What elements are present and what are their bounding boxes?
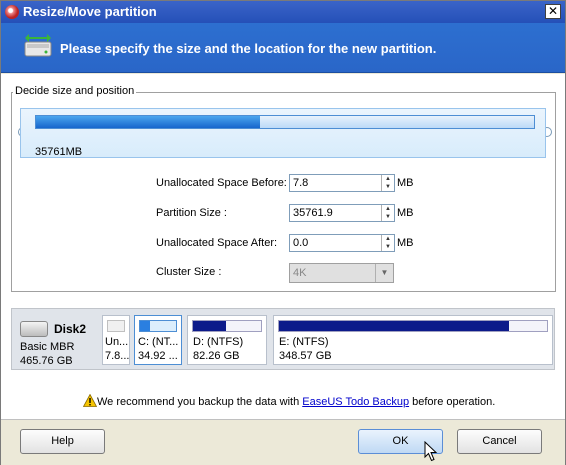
todo-backup-link[interactable]: EaseUS Todo Backup [302,396,409,408]
partition-size: 34.92 ... [138,350,178,362]
partition-size-label: 35761MB [35,146,83,158]
partition-name: Un... [105,336,129,348]
partition-usage-bar [139,320,177,332]
spin-down-icon[interactable]: ▼ [382,183,394,191]
partition-usage-bar [278,320,548,332]
partition-size-value: 35761.9 [293,207,333,219]
partition-e[interactable]: E: (NTFS) 348.57 GB [273,315,553,365]
partition-name: D: (NTFS) [193,336,244,348]
partition-size-label-field: Partition Size : [156,207,227,219]
partition-usage-fill [140,321,150,331]
partition-slider[interactable]: 35761MB [20,108,546,158]
partition-size: 82.26 GB [193,350,240,362]
partition-icon [24,34,52,57]
title-bar[interactable]: Resize/Move partition ✕ [1,1,565,23]
hard-disk-icon [20,321,48,337]
banner-text: Please specify the size and the location… [60,41,437,56]
warning-prefix: We recommend you backup the data with [97,396,303,408]
app-icon [5,5,19,19]
window-title: Resize/Move partition [23,4,157,19]
group-label: Decide size and position [13,85,137,97]
cancel-button[interactable]: Cancel [457,429,542,454]
content-area: Decide size and position 35761MB Unalloc… [1,74,565,465]
partition-size: 348.57 GB [279,350,332,362]
spin-up-icon[interactable]: ▲ [382,205,394,213]
partition-name: C: (NT... [138,336,179,348]
partition-bar-fill [36,116,261,128]
close-button[interactable]: ✕ [545,4,561,19]
help-button[interactable]: Help [20,429,105,454]
backup-warning: We recommend you backup the data with Ea… [83,394,495,408]
unalloc-after-input[interactable]: 0.0 ▲ ▼ [289,234,395,252]
partition-bar[interactable] [35,115,535,129]
header-banner: Please specify the size and the location… [1,23,565,73]
partition-size-input[interactable]: 35761.9 ▲ ▼ [289,204,395,222]
partition-size-unit: MB [397,207,414,219]
unalloc-before-input[interactable]: 7.8 ▲ ▼ [289,174,395,192]
unalloc-before-label: Unallocated Space Before: [156,177,287,189]
partition-usage-fill [279,321,509,331]
disk-type: Basic MBR [20,341,75,353]
unalloc-after-unit: MB [397,237,414,249]
mouse-cursor-icon [424,441,438,462]
partition-c[interactable]: C: (NT... 34.92 ... [134,315,182,365]
partition-name: E: (NTFS) [279,336,329,348]
disk-name: Disk2 [54,322,87,336]
unalloc-before-unit: MB [397,177,414,189]
partition-usage-bar [107,320,125,332]
spin-down-icon[interactable]: ▼ [382,243,394,251]
partition-usage-bar [192,320,262,332]
unalloc-after-value: 0.0 [293,237,309,249]
disk-map: Disk2 Basic MBR 465.76 GB Un... 7.8... C… [11,308,555,370]
unalloc-after-label: Unallocated Space After: [156,237,278,249]
dialog-footer: Help OK Cancel [1,419,565,465]
resize-move-dialog: Resize/Move partition ✕ Please specify t… [0,0,566,465]
disk-capacity: 465.76 GB [20,355,73,367]
partition-size: 7.8... [105,350,130,362]
unalloc-before-value: 7.8 [293,177,309,189]
spin-up-icon[interactable]: ▲ [382,235,394,243]
spin-up-icon[interactable]: ▲ [382,175,394,183]
cluster-size-label: Cluster Size : [156,266,222,278]
warning-icon [83,394,97,407]
spin-down-icon[interactable]: ▼ [382,213,394,221]
cluster-size-select[interactable]: 4K ▼ [289,263,394,283]
partition-unallocated[interactable]: Un... 7.8... [102,315,130,365]
chevron-down-icon[interactable]: ▼ [375,264,393,282]
partition-usage-fill [193,321,226,331]
cluster-size-value: 4K [293,267,307,279]
partition-d[interactable]: D: (NTFS) 82.26 GB [187,315,267,365]
warning-suffix: before operation. [409,396,496,408]
